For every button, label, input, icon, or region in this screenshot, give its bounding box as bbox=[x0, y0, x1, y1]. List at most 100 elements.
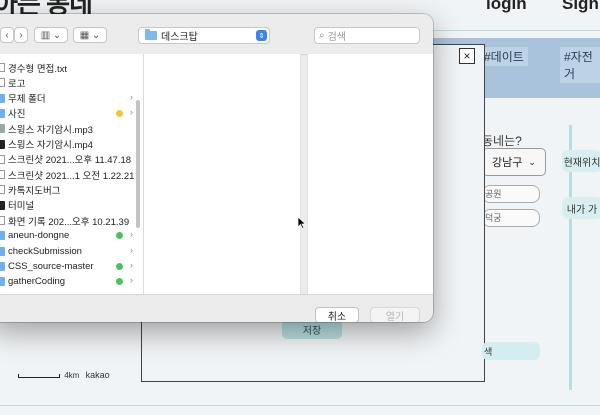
chevron-right-icon: › bbox=[130, 229, 133, 240]
search-icon: ⌕ bbox=[319, 30, 325, 41]
close-icon[interactable]: × bbox=[459, 48, 475, 64]
search-button[interactable]: 색 bbox=[482, 342, 540, 360]
map-provider: kakao bbox=[85, 370, 110, 380]
file-list-item[interactable]: 무제 폴더 › bbox=[0, 91, 140, 106]
forward-button[interactable]: › bbox=[14, 27, 28, 43]
save-button[interactable]: 저장 bbox=[282, 319, 342, 339]
current-location-button[interactable]: 현재위치 bbox=[562, 150, 600, 172]
file-name: CSS_source-master bbox=[8, 260, 94, 272]
district-select[interactable]: 강남구 ⌄ bbox=[482, 148, 546, 176]
location-label: 데스크탑 bbox=[161, 32, 198, 43]
location-popup[interactable]: 데스크탑 ⇕ bbox=[138, 27, 270, 44]
back-button[interactable]: ‹ bbox=[0, 27, 14, 43]
folder-icon bbox=[0, 108, 5, 118]
file-list-item[interactable]: 화면 기록 202...오후 10.21.39 bbox=[0, 213, 140, 228]
file-list: 경수형 면접.txt 로고무제 폴더 › 사진 › 스윙스 자기암시.mp3 스윙스 자기암… bbox=[0, 54, 144, 294]
file-icon bbox=[0, 216, 5, 225]
folder-icon bbox=[145, 29, 157, 40]
tag-date[interactable]: #데이트 bbox=[480, 47, 528, 66]
park-field[interactable]: 공원 bbox=[482, 185, 540, 203]
column-divider-2[interactable] bbox=[307, 54, 308, 294]
column-3 bbox=[308, 54, 433, 294]
region-question: 동네는? bbox=[482, 134, 522, 148]
chevron-down-icon: ⌄ bbox=[528, 156, 536, 167]
column-2 bbox=[144, 54, 300, 294]
file-icon bbox=[0, 170, 5, 180]
file-list-item[interactable]: 사진 › bbox=[0, 106, 140, 121]
view-mode-button[interactable]: ▥ ⌄ bbox=[34, 27, 68, 43]
file-name: 사진 bbox=[8, 109, 26, 121]
district-select-value: 강남구 bbox=[492, 157, 523, 169]
my-location-button[interactable]: 내가 가 bbox=[562, 197, 600, 219]
file-name: 경수형 면접.txt bbox=[8, 63, 68, 75]
file-list-item[interactable]: 스크린샷 2021...오후 11.47.18 bbox=[0, 152, 140, 167]
cancel-button[interactable]: 취소 bbox=[315, 307, 359, 322]
file-name: 카톡지도버그 bbox=[8, 185, 61, 197]
color-tag-icon bbox=[116, 278, 123, 286]
file-list-item[interactable]: 경수형 면접.txt bbox=[0, 60, 140, 75]
file-list-item[interactable]: aneun-dongne › bbox=[0, 228, 140, 243]
scale-bar-icon bbox=[18, 373, 60, 378]
file-name: 화면 기록 202...오후 10.21.39 bbox=[8, 216, 130, 228]
color-tag-icon bbox=[116, 232, 123, 240]
file-list-item[interactable]: 스윙스 자기암시.mp3 bbox=[0, 121, 140, 136]
dialog-footer bbox=[0, 294, 433, 322]
file-icon bbox=[0, 200, 5, 210]
footer-divider bbox=[0, 405, 600, 406]
file-list-item[interactable]: 터미널 bbox=[0, 198, 140, 213]
file-icon bbox=[0, 139, 5, 149]
file-icon bbox=[0, 63, 5, 72]
folder-icon bbox=[0, 246, 5, 256]
dialog-search-input[interactable]: ⌕ 검색 bbox=[314, 27, 420, 44]
grid-icon: ▦ ⌄ bbox=[79, 29, 101, 41]
column-divider[interactable] bbox=[300, 54, 301, 294]
tag-bicycle[interactable]: #자전거 bbox=[560, 47, 600, 83]
open-button[interactable]: 열기 bbox=[370, 307, 420, 322]
file-icon bbox=[0, 124, 5, 134]
file-name: 무제 폴더 bbox=[8, 94, 46, 106]
file-name: aneun-dongne bbox=[8, 230, 70, 242]
chevron-right-icon: › bbox=[130, 259, 133, 270]
chevron-right-icon: › bbox=[130, 106, 133, 117]
file-name: gatherCoding bbox=[8, 276, 66, 288]
file-list-item[interactable]: 스윙스 자기암시.mp4 bbox=[0, 137, 140, 152]
file-name: 스크린샷 2021...1 오전 1.22.21 bbox=[8, 170, 135, 182]
file-name: 터미널 bbox=[8, 201, 35, 213]
scale-distance: 4km bbox=[64, 371, 80, 380]
dialog-toolbar: ‹ › ▥ ⌄ ▦ ⌄ 데스크탑 ⇕ ⌕ 검색 bbox=[0, 14, 433, 55]
file-name: 스크린샷 2021...오후 11.47.18 bbox=[8, 155, 132, 167]
file-name: 스윙스 자기암시.mp4 bbox=[8, 140, 93, 151]
group-button[interactable]: ▦ ⌄ bbox=[73, 27, 107, 43]
file-list-item[interactable]: 스크린샷 2021...1 오전 1.22.21 bbox=[0, 167, 140, 182]
search-placeholder: 검색 bbox=[327, 32, 347, 43]
chevron-right-icon: › bbox=[130, 91, 133, 102]
folder-icon bbox=[0, 277, 5, 287]
file-icon bbox=[0, 154, 5, 164]
file-name: 스윙스 자기암시.mp3 bbox=[8, 124, 93, 136]
chevron-right-icon: › bbox=[130, 275, 133, 286]
columns-icon: ▥ ⌄ bbox=[40, 29, 62, 41]
file-list-item[interactable]: gatherCoding › bbox=[0, 274, 140, 289]
folder-icon bbox=[0, 261, 5, 271]
file-open-dialog: ‹ › ▥ ⌄ ▦ ⌄ 데스크탑 ⇕ ⌕ 검색 경수형 면접.txt 로고 무제 폴… bbox=[0, 14, 433, 322]
file-name: 로고 bbox=[8, 78, 26, 90]
map-scale: 4km kakao bbox=[18, 370, 110, 380]
scrollbar[interactable] bbox=[136, 100, 140, 228]
file-list-item[interactable]: CSS_source-master › bbox=[0, 259, 140, 274]
file-list-item[interactable]: checkSubmission › bbox=[0, 244, 140, 259]
login-link[interactable]: login bbox=[486, 0, 527, 14]
updown-arrow-icon: ⇕ bbox=[256, 30, 267, 41]
file-icon bbox=[0, 185, 5, 195]
palace-field[interactable]: 덕궁 bbox=[482, 209, 540, 227]
signup-link[interactable]: Sign bbox=[562, 0, 599, 14]
chevron-left-icon: ‹ bbox=[5, 29, 9, 41]
file-name: checkSubmission bbox=[8, 245, 82, 257]
file-list-item[interactable]: 카톡지도버그 bbox=[0, 182, 140, 197]
chevron-right-icon: › bbox=[19, 29, 23, 41]
color-tag-icon bbox=[116, 262, 123, 270]
folder-icon bbox=[0, 231, 5, 241]
chevron-right-icon: › bbox=[130, 244, 133, 255]
file-list-item[interactable]: 로고 bbox=[0, 75, 140, 90]
file-icon bbox=[0, 78, 5, 88]
folder-icon bbox=[0, 93, 5, 103]
